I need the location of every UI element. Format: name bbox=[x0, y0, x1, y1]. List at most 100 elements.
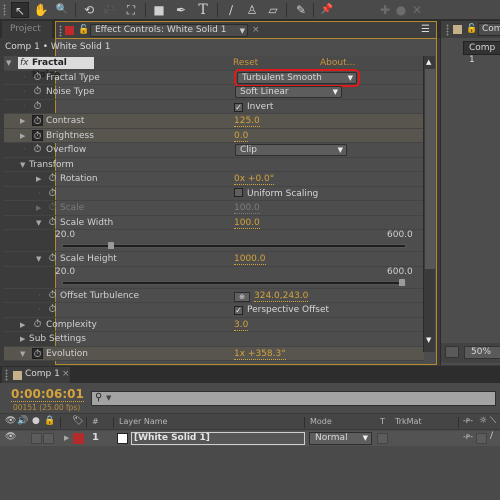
solo-toggle[interactable] bbox=[31, 433, 42, 444]
puppet-pin-tool-icon[interactable]: 📌 bbox=[318, 2, 336, 18]
effect-controls-tab-label[interactable]: Effect Controls: White Solid 1 ▼ bbox=[90, 24, 248, 37]
expand-triangle-icon[interactable]: ▼ bbox=[20, 347, 25, 361]
lock-icon[interactable]: 🔓 bbox=[466, 25, 477, 34]
close-icon[interactable]: × bbox=[252, 25, 260, 35]
rotation-tool-icon[interactable]: ⟲ bbox=[80, 2, 98, 18]
column-trkmat[interactable]: TrkMat bbox=[395, 417, 422, 426]
magnification-dropdown[interactable]: 50% bbox=[464, 346, 500, 359]
layer-name-field[interactable]: [White Solid 1] bbox=[131, 432, 305, 445]
offset-turbulence-value[interactable]: ⊕ 324.0,243.0 bbox=[234, 289, 309, 303]
composition-tab-label[interactable]: Comp bbox=[478, 23, 500, 36]
zoom-tool-icon[interactable]: 🔍 bbox=[53, 2, 71, 18]
stopwatch-icon[interactable]: ⏱ bbox=[47, 188, 58, 199]
invert-checkbox[interactable]: ✓ Invert bbox=[234, 100, 273, 114]
eye-icon[interactable]: 👁 bbox=[5, 416, 16, 426]
audio-icon[interactable]: 🔊 bbox=[17, 416, 28, 426]
stopwatch-icon[interactable]: ⏱ bbox=[47, 217, 58, 228]
shy-icon[interactable]: -ᴩ- bbox=[463, 416, 473, 425]
tab-project[interactable]: Project bbox=[2, 21, 52, 38]
brightness-number[interactable]: 0.0 bbox=[234, 131, 249, 142]
panel-grip[interactable] bbox=[59, 25, 62, 37]
stopwatch-icon[interactable]: ⏱ bbox=[47, 290, 58, 301]
type-tool-icon[interactable]: T bbox=[194, 2, 212, 18]
vertical-scrollbar[interactable]: ▲ ▼ bbox=[423, 56, 435, 352]
stopwatch-icon[interactable]: ⏱ bbox=[32, 101, 43, 112]
noise-type-dropdown[interactable]: Soft Linear ▼ bbox=[235, 86, 342, 98]
brush-tool-icon[interactable]: ∕ bbox=[222, 2, 240, 18]
expand-triangle-icon[interactable]: ▶ bbox=[20, 332, 25, 346]
roto-brush-tool-icon[interactable]: ✎ bbox=[292, 2, 310, 18]
stopwatch-icon[interactable]: ⏱ bbox=[32, 72, 43, 83]
expand-triangle-icon[interactable]: ▶ bbox=[64, 434, 69, 442]
column-number[interactable]: # bbox=[92, 417, 99, 426]
crosshair-point-icon[interactable]: ⊕ bbox=[234, 291, 250, 302]
slider-handle[interactable] bbox=[399, 278, 405, 286]
stopwatch-icon[interactable]: ⏱ bbox=[32, 319, 43, 330]
collapse-toggle[interactable] bbox=[476, 433, 487, 444]
perspective-offset-checkbox[interactable]: ✓ Perspective Offset bbox=[234, 303, 329, 317]
complexity-number[interactable]: 3.0 bbox=[234, 320, 249, 331]
reset-link[interactable]: Reset bbox=[233, 56, 258, 70]
collapse-transform-icon[interactable]: ☼ bbox=[479, 416, 487, 426]
scale-height-slider[interactable] bbox=[62, 278, 406, 286]
scale-height-value[interactable]: 1000.0 bbox=[234, 252, 266, 266]
checkbox-unchecked-icon[interactable] bbox=[234, 187, 243, 197]
eye-icon[interactable]: 👁 bbox=[5, 432, 16, 442]
chevron-down-icon[interactable]: ▼ bbox=[240, 26, 245, 37]
solo-icon[interactable]: ● bbox=[32, 416, 40, 426]
blend-mode-dropdown[interactable]: Normal ▼ bbox=[309, 432, 372, 445]
evolution-number[interactable]: 1x +358.3° bbox=[234, 349, 286, 360]
panel-menu-icon[interactable]: ☰ bbox=[421, 24, 430, 35]
layer-label-color[interactable] bbox=[73, 433, 84, 444]
contrast-number[interactable]: 125.0 bbox=[234, 116, 260, 127]
expand-triangle-icon[interactable]: ▼ bbox=[36, 252, 41, 266]
rotation-number[interactable]: 0x +0.0° bbox=[234, 174, 275, 185]
uniform-scaling-checkbox[interactable]: Uniform Scaling bbox=[234, 187, 318, 201]
stopwatch-icon[interactable]: ⏱ bbox=[32, 129, 43, 142]
scale-width-slider[interactable] bbox=[62, 242, 406, 249]
stopwatch-icon[interactable]: ⏱ bbox=[32, 86, 43, 97]
table-row[interactable]: 👁 ▶ 1 [White Solid 1] Normal ▼ -ᴩ- ∕ bbox=[0, 431, 500, 446]
stopwatch-icon[interactable]: ⏱ bbox=[32, 347, 43, 360]
chevron-down-icon[interactable]: ▼ bbox=[106, 394, 111, 402]
selection-tool-icon[interactable]: ↖ bbox=[11, 2, 29, 18]
quality-icon[interactable]: ⟍ bbox=[490, 416, 496, 426]
timeline-tab[interactable]: Comp 1 × bbox=[2, 367, 70, 383]
clone-stamp-tool-icon[interactable]: ♙ bbox=[243, 2, 261, 18]
effect-controls-tab[interactable]: 🔓 Effect Controls: White Solid 1 ▼ × ☰ bbox=[56, 22, 436, 39]
lock-icon[interactable]: 🔓 bbox=[78, 26, 89, 35]
expand-triangle-icon[interactable]: ▼ bbox=[20, 158, 25, 172]
toolbar-grip[interactable] bbox=[3, 4, 6, 16]
effect-name[interactable]: fx Fractal Noise bbox=[18, 57, 94, 80]
pen-tool-icon[interactable]: ✒ bbox=[172, 2, 190, 18]
slider-handle[interactable] bbox=[107, 242, 114, 249]
complexity-value[interactable]: 3.0 bbox=[234, 318, 249, 332]
expand-triangle-icon[interactable]: ▶ bbox=[20, 129, 25, 143]
sub-settings-label[interactable]: Sub Settings bbox=[29, 332, 86, 346]
evolution-value[interactable]: 1x +358.3° bbox=[234, 347, 286, 361]
hand-tool-icon[interactable]: ✋ bbox=[32, 2, 50, 18]
offset-turbulence-number[interactable]: 324.0,243.0 bbox=[254, 291, 309, 302]
scale-height-number[interactable]: 1000.0 bbox=[234, 254, 266, 265]
scale-width-value[interactable]: 100.0 bbox=[234, 216, 260, 230]
transform-label[interactable]: Transform bbox=[29, 158, 74, 172]
pan-behind-tool-icon[interactable]: ⛶ bbox=[122, 2, 140, 18]
stopwatch-icon[interactable]: ⏱ bbox=[47, 253, 58, 264]
checkbox-checked-icon[interactable]: ✓ bbox=[234, 102, 243, 112]
stopwatch-icon[interactable]: ⏱ bbox=[32, 144, 43, 155]
fx-icon[interactable]: fx bbox=[20, 57, 29, 69]
label-tag-icon[interactable]: 🏷 bbox=[72, 416, 83, 426]
stopwatch-icon[interactable]: ⏱ bbox=[47, 173, 58, 184]
composition-tab[interactable]: 🔓 Comp bbox=[441, 21, 500, 38]
preserve-transparency-toggle[interactable] bbox=[377, 433, 388, 444]
column-layer-name[interactable]: Layer Name bbox=[119, 417, 167, 426]
composition-breadcrumb[interactable]: Comp 1 bbox=[463, 41, 500, 65]
checkbox-checked-icon[interactable]: ✓ bbox=[234, 306, 243, 315]
region-of-interest-icon[interactable] bbox=[445, 346, 459, 358]
column-t[interactable]: T bbox=[380, 417, 385, 426]
scale-width-number[interactable]: 100.0 bbox=[234, 218, 260, 229]
scroll-up-icon[interactable]: ▲ bbox=[426, 58, 431, 66]
contrast-value[interactable]: 125.0 bbox=[234, 114, 260, 128]
about-link[interactable]: About... bbox=[320, 56, 355, 70]
expand-triangle-icon[interactable]: ▶ bbox=[36, 172, 41, 186]
